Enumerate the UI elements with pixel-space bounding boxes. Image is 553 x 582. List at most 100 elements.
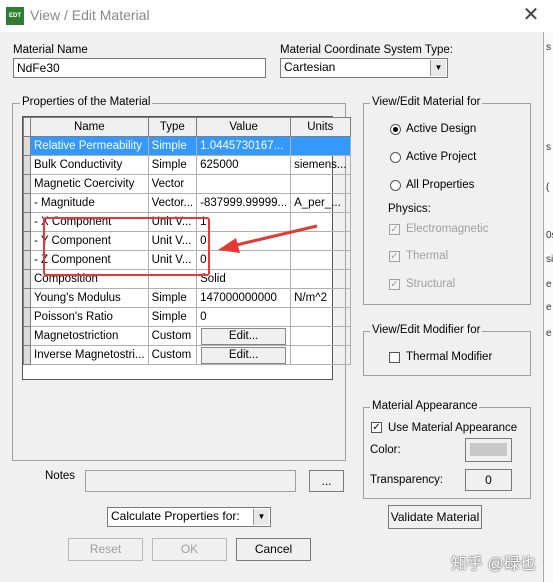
table-row[interactable]: Magnetic Coercivity Vector (23, 174, 351, 194)
row-selector[interactable] (23, 345, 31, 365)
row-selector[interactable] (23, 231, 31, 251)
chevron-down-icon[interactable]: ▼ (430, 60, 446, 76)
cell-value[interactable]: Edit... (196, 326, 292, 346)
cell-name[interactable]: Bulk Conductivity (30, 155, 149, 175)
table-row[interactable]: Inverse Magnetostri... Custom Edit... (23, 345, 351, 365)
cell-type[interactable]: Simple (147, 155, 198, 175)
thermal-modifier-checkbox[interactable] (389, 352, 400, 363)
cell-units[interactable] (290, 269, 351, 289)
row-selector[interactable] (23, 250, 31, 270)
cell-value[interactable]: 0 (196, 307, 292, 327)
column-header-value[interactable]: Value (196, 117, 292, 137)
cell-units[interactable]: A_per_... (290, 193, 351, 213)
cell-value[interactable]: 625000 (196, 155, 292, 175)
notes-field[interactable] (85, 470, 296, 492)
column-header-units[interactable]: Units (290, 117, 351, 137)
ok-button[interactable]: OK (152, 538, 227, 561)
coord-system-select[interactable]: Cartesian ▼ (280, 58, 448, 78)
row-selector[interactable] (23, 307, 31, 327)
appearance-title: Material Appearance (370, 400, 480, 412)
cell-units[interactable]: siemens... (290, 155, 351, 175)
close-icon[interactable]: ✕ (520, 4, 542, 26)
edit-button[interactable]: Edit... (201, 346, 287, 364)
row-selector[interactable] (23, 155, 31, 175)
row-selector[interactable] (23, 193, 31, 213)
cell-type[interactable]: Custom (147, 326, 198, 346)
cell-type[interactable]: Vector... (147, 193, 198, 213)
reset-button[interactable]: Reset (68, 538, 143, 561)
active-design-radio[interactable] (390, 124, 401, 135)
transparency-value[interactable]: 0 (465, 469, 512, 491)
edge-text: s (546, 142, 551, 153)
cell-units[interactable] (290, 174, 351, 194)
cell-units[interactable] (290, 345, 351, 365)
all-properties-radio[interactable] (390, 180, 401, 191)
cell-type[interactable]: Simple (147, 136, 198, 156)
cell-type[interactable]: Simple (147, 288, 198, 308)
color-label: Color: (370, 444, 401, 456)
cell-units[interactable] (290, 307, 351, 327)
table-row[interactable]: Bulk Conductivity Simple 625000 siemens... (23, 155, 351, 175)
cell-units[interactable]: N/m^2 (290, 288, 351, 308)
row-selector[interactable] (23, 288, 31, 308)
row-selector[interactable] (23, 212, 31, 232)
electromagnetic-checkbox[interactable]: ✓ (389, 224, 400, 235)
row-selector[interactable] (23, 174, 31, 194)
color-swatch-button[interactable] (465, 438, 512, 462)
cell-name[interactable]: - Magnitude (30, 193, 149, 213)
cell-type[interactable]: Simple (147, 307, 198, 327)
all-properties-label[interactable]: All Properties (406, 179, 474, 191)
cell-value[interactable]: Edit... (196, 345, 292, 365)
cell-type[interactable]: Custom (147, 345, 198, 365)
cell-value[interactable]: 1.0445730167... (196, 136, 292, 156)
watermark: 知乎 @碌也 (451, 556, 536, 573)
cell-name[interactable]: Magnetic Coercivity (30, 174, 149, 194)
row-selector[interactable] (23, 269, 31, 289)
table-row[interactable]: Magnetostriction Custom Edit... (23, 326, 351, 346)
cell-type[interactable]: Vector (147, 174, 198, 194)
notes-browse-button[interactable]: ... (309, 470, 344, 492)
validate-material-button[interactable]: Validate Material (388, 505, 482, 529)
cell-units[interactable] (290, 326, 351, 346)
column-header-type[interactable]: Type (147, 117, 198, 137)
edge-text: s (546, 42, 551, 53)
window-title: View / Edit Material (30, 7, 150, 23)
thermal-checkbox[interactable]: ✓ (389, 251, 400, 262)
column-header-name[interactable]: Name (30, 117, 149, 137)
use-appearance-label[interactable]: Use Material Appearance (388, 422, 517, 434)
cell-value[interactable]: Solid (196, 269, 292, 289)
cell-name[interactable]: Young's Modulus (30, 288, 149, 308)
cell-name[interactable]: Magnetostriction (30, 326, 149, 346)
material-name-label: Material Name (13, 44, 88, 56)
active-project-radio[interactable] (390, 152, 401, 163)
use-appearance-checkbox[interactable]: ✓ (371, 422, 382, 433)
electromagnetic-label: Electromagnetic (406, 223, 489, 235)
calculate-properties-select[interactable]: Calculate Properties for: ▼ (107, 507, 271, 527)
cell-name[interactable]: Poisson's Ratio (30, 307, 149, 327)
active-project-label[interactable]: Active Project (406, 151, 476, 163)
material-name-input[interactable]: NdFe30 (13, 58, 266, 78)
edge-text: e (546, 302, 552, 313)
row-selector[interactable] (23, 136, 31, 156)
cell-value[interactable]: 147000000000 (196, 288, 292, 308)
row-selector[interactable] (23, 326, 31, 346)
cell-value[interactable]: -837999.99999... (196, 193, 292, 213)
chevron-down-icon[interactable]: ▼ (253, 509, 269, 525)
thermal-modifier-label[interactable]: Thermal Modifier (406, 351, 492, 363)
active-design-label[interactable]: Active Design (406, 123, 476, 135)
table-row[interactable]: - Magnitude Vector... -837999.99999... A_pe… (23, 193, 351, 213)
cancel-button[interactable]: Cancel (236, 538, 311, 561)
table-row[interactable]: Poisson's Ratio Simple 0 (23, 307, 351, 327)
thermal-label: Thermal (406, 250, 449, 262)
notes-label: Notes (45, 470, 76, 482)
table-row[interactable]: Relative Permeability Simple 1.0445730167.… (23, 136, 351, 156)
cell-name[interactable]: Relative Permeability (30, 136, 149, 156)
table-row[interactable]: Young's Modulus Simple 147000000000 N/m^2 (23, 288, 351, 308)
cell-name[interactable]: Inverse Magnetostri... (30, 345, 149, 365)
annotation-arrow (218, 224, 318, 253)
coord-system-label: Material Coordinate System Type: (280, 44, 454, 56)
edit-button[interactable]: Edit... (201, 327, 287, 345)
cell-units[interactable] (290, 136, 351, 156)
structural-checkbox[interactable]: ✓ (389, 279, 400, 290)
cell-value[interactable] (196, 174, 292, 194)
